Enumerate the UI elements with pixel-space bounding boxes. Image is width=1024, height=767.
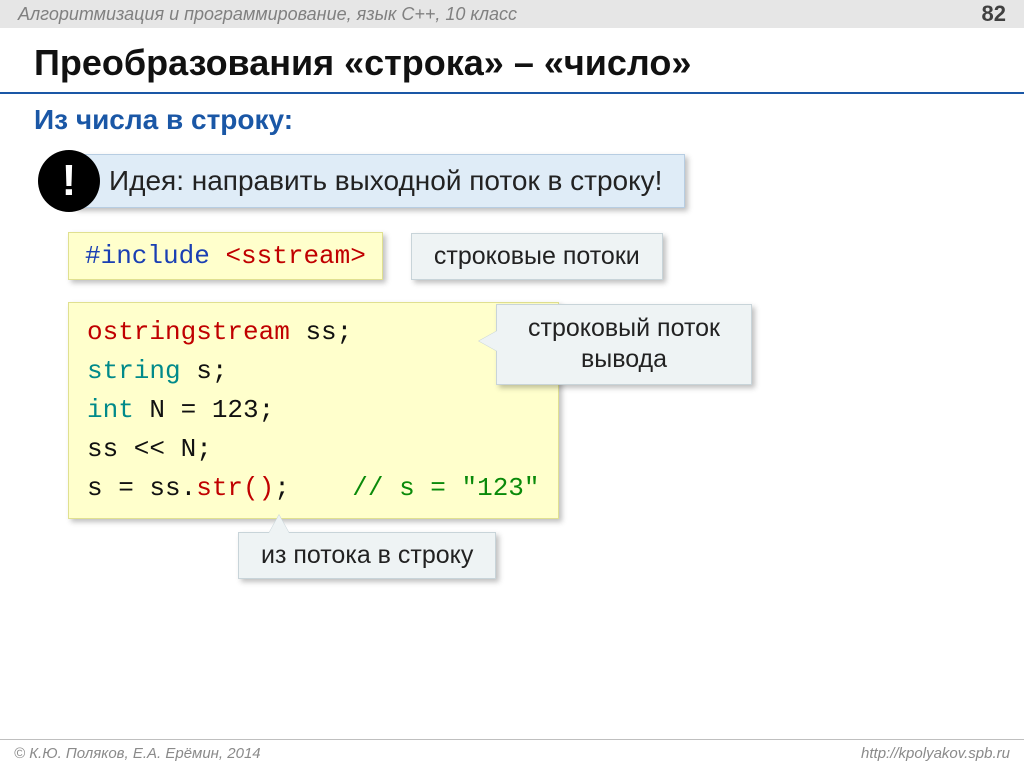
page-number: 82	[982, 1, 1006, 27]
idea-row: ! Идея: направить выходной поток в строк…	[38, 150, 1024, 212]
include-header: <sstream>	[225, 241, 365, 271]
callout-str: из потока в строку	[238, 532, 496, 579]
callout-ostringstream: строковый поток вывода	[496, 304, 752, 385]
include-label: строковые потоки	[411, 233, 663, 280]
code-block-wrap: ostringstream ss; string s; int N = 123;…	[68, 302, 1024, 519]
exclamation-icon: !	[38, 150, 100, 212]
page-title: Преобразования «строка» – «число»	[0, 28, 1024, 92]
header-bar: Алгоритмизация и программирование, язык …	[0, 0, 1024, 28]
include-code: #include <sstream>	[68, 232, 383, 280]
code-line-5: s = ss.str(); // s = "123"	[87, 469, 540, 508]
code-line-2: string s;	[87, 352, 540, 391]
footer-bar: © К.Ю. Поляков, Е.А. Ерёмин, 2014 http:/…	[0, 739, 1024, 767]
idea-text: Идея: направить выходной поток в строку!	[74, 154, 685, 208]
course-title: Алгоритмизация и программирование, язык …	[18, 4, 517, 25]
code-line-3: int N = 123;	[87, 391, 540, 430]
section-subtitle: Из числа в строку:	[0, 94, 1024, 150]
code-line-1: ostringstream ss;	[87, 313, 540, 352]
footer-url: http://kpolyakov.spb.ru	[861, 745, 1010, 762]
code-line-4: ss << N;	[87, 430, 540, 469]
include-row: #include <sstream> строковые потоки	[68, 232, 1024, 280]
include-directive: #include	[85, 241, 210, 271]
footer-copyright: © К.Ю. Поляков, Е.А. Ерёмин, 2014	[14, 745, 261, 762]
